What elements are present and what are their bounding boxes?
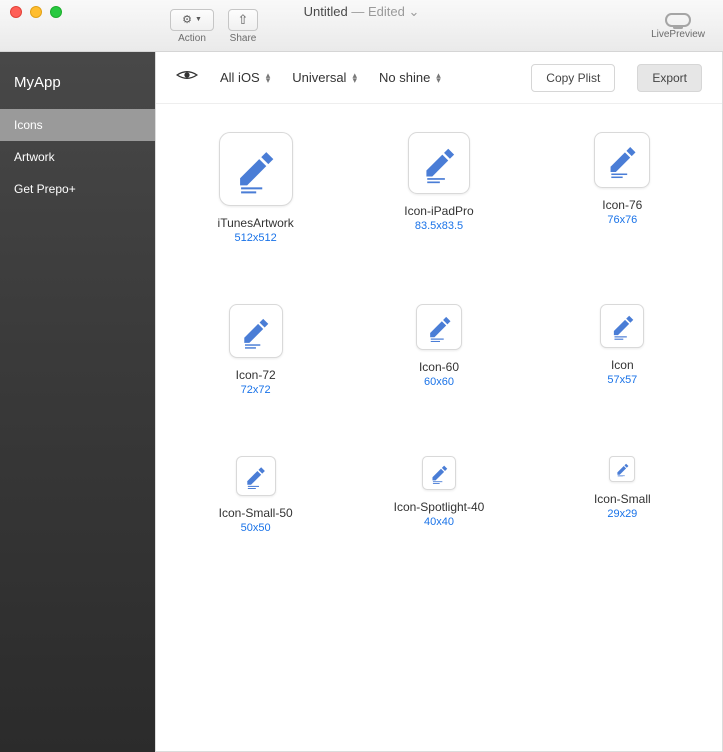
pencil-icon — [428, 462, 450, 484]
icon-dimensions: 50x50 — [241, 522, 271, 534]
pencil-icon — [608, 311, 637, 340]
sidebar: MyApp IconsArtworkGet Prepo+ — [0, 52, 155, 752]
sidebar-item-get-prepo-[interactable]: Get Prepo+ — [0, 173, 155, 205]
sidebar-item-artwork[interactable]: Artwork — [0, 141, 155, 173]
platform-dropdown[interactable]: All iOS▴▾ — [220, 70, 270, 85]
eye-icon[interactable] — [176, 68, 198, 87]
icon-dimensions: 40x40 — [424, 516, 454, 528]
icon-dimensions: 60x60 — [424, 376, 454, 388]
app-icon-preview — [236, 456, 276, 496]
action-menu[interactable]: ⚙︎ ▼ Action — [170, 9, 214, 44]
icon-cell[interactable]: Icon-76 76x76 — [535, 132, 710, 244]
icon-cell[interactable]: Icon-72 72x72 — [168, 304, 343, 396]
pencil-icon — [424, 312, 455, 343]
copy-plist-button[interactable]: Copy Plist — [531, 64, 615, 92]
icon-cell[interactable]: Icon-Spotlight-40 40x40 — [351, 456, 526, 534]
icon-label: Icon-Small-50 — [219, 506, 293, 520]
icon-dimensions: 72x72 — [241, 384, 271, 396]
icon-label: Icon-Spotlight-40 — [394, 500, 485, 514]
shine-dropdown[interactable]: No shine▴▾ — [379, 70, 441, 85]
icon-label: Icon-iPadPro — [404, 204, 473, 218]
icon-label: Icon — [611, 358, 634, 372]
icon-label: Icon-60 — [419, 360, 459, 374]
pencil-icon — [614, 461, 631, 478]
content-area: All iOS▴▾ Universal▴▾ No shine▴▾ Copy Pl… — [155, 52, 723, 752]
icon-dimensions: 57x57 — [607, 374, 637, 386]
icon-dimensions: 83.5x83.5 — [415, 220, 463, 232]
icon-dimensions: 76x76 — [607, 214, 637, 226]
icon-cell[interactable]: Icon-Small-50 50x50 — [168, 456, 343, 534]
pencil-icon — [242, 463, 269, 490]
icon-cell[interactable]: Icon 57x57 — [535, 304, 710, 396]
icon-cell[interactable]: Icon-60 60x60 — [351, 304, 526, 396]
icon-grid: iTunesArtwork 512x512 Icon-iPadPro 83.5x83.… — [156, 104, 722, 751]
sidebar-item-icons[interactable]: Icons — [0, 109, 155, 141]
share-button[interactable]: ⇧ Share — [228, 9, 258, 44]
icon-label: iTunesArtwork — [218, 216, 294, 230]
app-icon-preview — [408, 132, 470, 194]
device-dropdown[interactable]: Universal▴▾ — [292, 70, 357, 85]
app-icon-preview — [600, 304, 644, 348]
app-icon-preview — [416, 304, 462, 350]
export-button[interactable]: Export — [637, 64, 702, 92]
pencil-icon — [237, 313, 273, 349]
icon-dimensions: 512x512 — [235, 232, 277, 244]
titlebar: Untitled — Edited ⌄ ⚙︎ ▼ Action ⇧ Share … — [0, 0, 723, 52]
icon-label: Icon-76 — [602, 198, 642, 212]
share-icon: ⇧ — [238, 12, 249, 28]
app-icon-preview — [594, 132, 650, 188]
pencil-icon — [418, 142, 460, 184]
pencil-icon — [230, 144, 280, 194]
icon-cell[interactable]: Icon-iPadPro 83.5x83.5 — [351, 132, 526, 244]
gear-icon: ⚙︎ — [182, 13, 192, 26]
icon-label: Icon-72 — [236, 368, 276, 382]
app-icon-preview — [422, 456, 456, 490]
pencil-icon — [603, 141, 641, 179]
icon-dimensions: 29x29 — [607, 508, 637, 520]
livepreview-button[interactable]: LivePreview — [651, 13, 705, 40]
icon-label: Icon-Small — [594, 492, 651, 506]
icon-cell[interactable]: Icon-Small 29x29 — [535, 456, 710, 534]
livepreview-icon — [665, 13, 691, 27]
app-icon-preview — [219, 132, 293, 206]
app-icon-preview — [229, 304, 283, 358]
app-name: MyApp — [0, 52, 155, 109]
filter-bar: All iOS▴▾ Universal▴▾ No shine▴▾ Copy Pl… — [156, 52, 722, 104]
app-icon-preview — [609, 456, 635, 482]
icon-cell[interactable]: iTunesArtwork 512x512 — [168, 132, 343, 244]
